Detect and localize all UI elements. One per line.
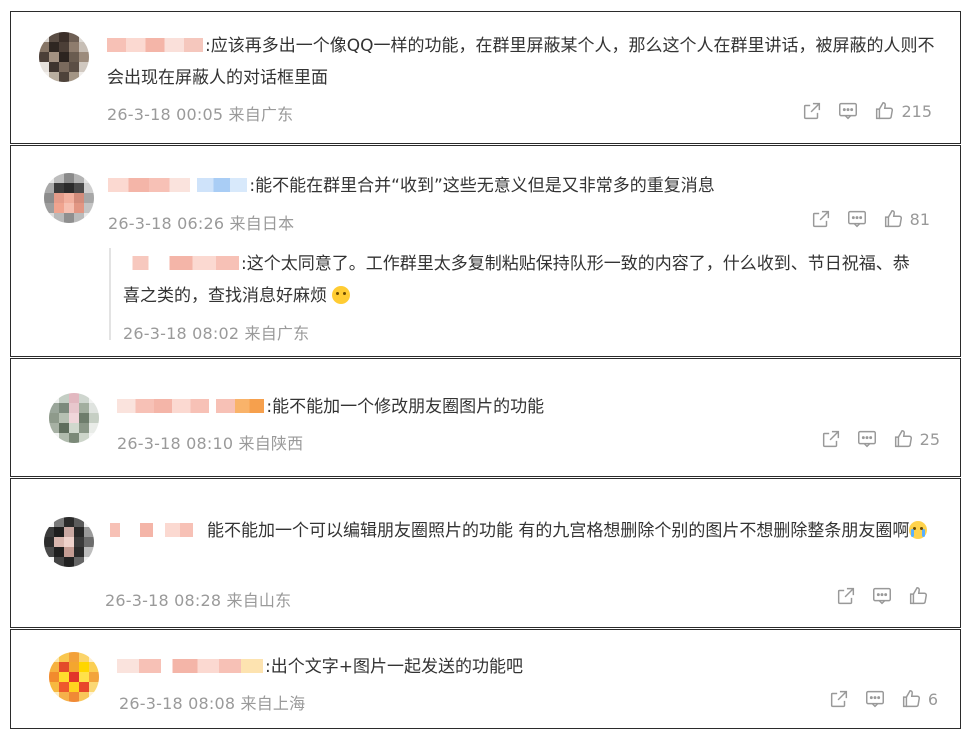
comment-icon bbox=[839, 102, 858, 120]
like-count: 81 bbox=[909, 209, 930, 229]
share-button[interactable] bbox=[801, 100, 823, 122]
username-blurred[interactable] bbox=[107, 38, 203, 52]
username-blurred[interactable] bbox=[105, 523, 205, 537]
share-icon bbox=[830, 690, 847, 708]
like-button[interactable] bbox=[907, 585, 935, 607]
reply-meta: 26-3-18 08:02 来自广东 bbox=[123, 324, 310, 343]
avatar[interactable] bbox=[44, 173, 94, 223]
comment-meta: 26-3-18 00:05 来自广东 bbox=[107, 105, 294, 124]
like-count: 6 bbox=[927, 689, 938, 709]
thumbs-up-icon bbox=[884, 210, 902, 228]
crying-emoji-icon bbox=[909, 521, 928, 539]
share-icon bbox=[812, 210, 829, 228]
avatar[interactable] bbox=[39, 32, 89, 82]
share-button[interactable] bbox=[828, 688, 850, 710]
thumbs-up-icon bbox=[894, 430, 912, 448]
comment-card-5: :出个文字+图片一起发送的功能吧 26-3-18 08:08 来自上海 6 bbox=[10, 629, 961, 729]
username-blurred[interactable] bbox=[117, 399, 209, 413]
share-icon bbox=[804, 102, 821, 120]
share-button[interactable] bbox=[835, 585, 857, 607]
thumbs-up-icon bbox=[909, 587, 927, 605]
thumbs-up-icon bbox=[902, 690, 920, 708]
share-icon bbox=[837, 587, 855, 605]
comment-card-1: :应该再多出一个像QQ一样的功能，在群里屏蔽某个人，那么这个人在群里讲话，被屏蔽… bbox=[10, 11, 961, 144]
like-button[interactable]: 215 bbox=[873, 100, 932, 122]
share-icon bbox=[822, 430, 839, 448]
avatar[interactable] bbox=[49, 652, 99, 702]
comment-actions: 81 bbox=[810, 208, 930, 230]
comment-meta: 26-3-18 08:10 来自陕西 bbox=[117, 434, 304, 453]
comment-button[interactable] bbox=[856, 428, 878, 450]
like-count: 25 bbox=[919, 429, 940, 449]
username-blurred[interactable] bbox=[117, 659, 263, 673]
comment-button[interactable] bbox=[837, 100, 859, 122]
smile-emoji-icon bbox=[332, 286, 351, 304]
comment-card-3: :能不能加一个修改朋友圈图片的功能 26-3-18 08:10 来自陕西 25 bbox=[10, 358, 961, 477]
comment-card-2: :能不能在群里合并“收到”这些无意义但是又非常多的重复消息 26-3-18 06… bbox=[10, 145, 961, 357]
reply-thread: :这个太同意了。工作群里太多复制粘贴保持队形一致的内容了，什么收到、节日祝福、恭… bbox=[109, 248, 935, 343]
comment-actions bbox=[835, 585, 935, 607]
comment-text: 能不能加一个可以编辑朋友圈照片的功能 有的九宫格想删除个别的图片不想删除整条朋友… bbox=[105, 515, 940, 547]
comment-icon bbox=[847, 210, 866, 228]
comment-text: :能不能加一个修改朋友圈图片的功能 bbox=[117, 391, 937, 423]
comment-card-4: 能不能加一个可以编辑朋友圈照片的功能 有的九宫格想删除个别的图片不想删除整条朋友… bbox=[10, 478, 961, 628]
comment-meta: 26-3-18 08:08 来自上海 bbox=[119, 694, 306, 713]
comment-text: :出个文字+图片一起发送的功能吧 bbox=[117, 651, 937, 683]
comment-icon bbox=[857, 430, 876, 448]
share-button[interactable] bbox=[810, 208, 832, 230]
comment-meta: 26-3-18 08:28 来自山东 bbox=[105, 591, 292, 610]
comment-actions: 215 bbox=[801, 100, 932, 122]
username-blurred[interactable] bbox=[123, 256, 239, 270]
reply-text: :这个太同意了。工作群里太多复制粘贴保持队形一致的内容了，什么收到、节日祝福、恭… bbox=[123, 254, 910, 306]
like-count: 215 bbox=[901, 101, 932, 121]
like-button[interactable]: 81 bbox=[882, 208, 930, 230]
thumbs-up-icon bbox=[876, 102, 894, 120]
like-button[interactable]: 6 bbox=[900, 688, 938, 710]
comment-actions: 6 bbox=[828, 688, 938, 710]
comment-icon bbox=[873, 587, 891, 605]
comment-actions: 25 bbox=[820, 428, 940, 450]
username-blurred[interactable] bbox=[108, 178, 190, 192]
comment-button[interactable] bbox=[871, 585, 893, 607]
avatar[interactable] bbox=[44, 517, 94, 567]
user-badge-blurred bbox=[197, 178, 248, 192]
comment-button[interactable] bbox=[864, 688, 886, 710]
like-button[interactable]: 25 bbox=[892, 428, 940, 450]
share-button[interactable] bbox=[820, 428, 842, 450]
avatar[interactable] bbox=[49, 393, 99, 443]
comment-icon bbox=[865, 690, 884, 708]
comment-text: :能不能在群里合并“收到”这些无意义但是又非常多的重复消息 bbox=[108, 170, 938, 202]
comment-meta: 26-3-18 06:26 来自日本 bbox=[108, 214, 295, 233]
comment-text: :应该再多出一个像QQ一样的功能，在群里屏蔽某个人，那么这个人在群里讲话，被屏蔽… bbox=[107, 36, 935, 88]
comment-button[interactable] bbox=[846, 208, 868, 230]
user-badge-blurred bbox=[216, 399, 265, 413]
